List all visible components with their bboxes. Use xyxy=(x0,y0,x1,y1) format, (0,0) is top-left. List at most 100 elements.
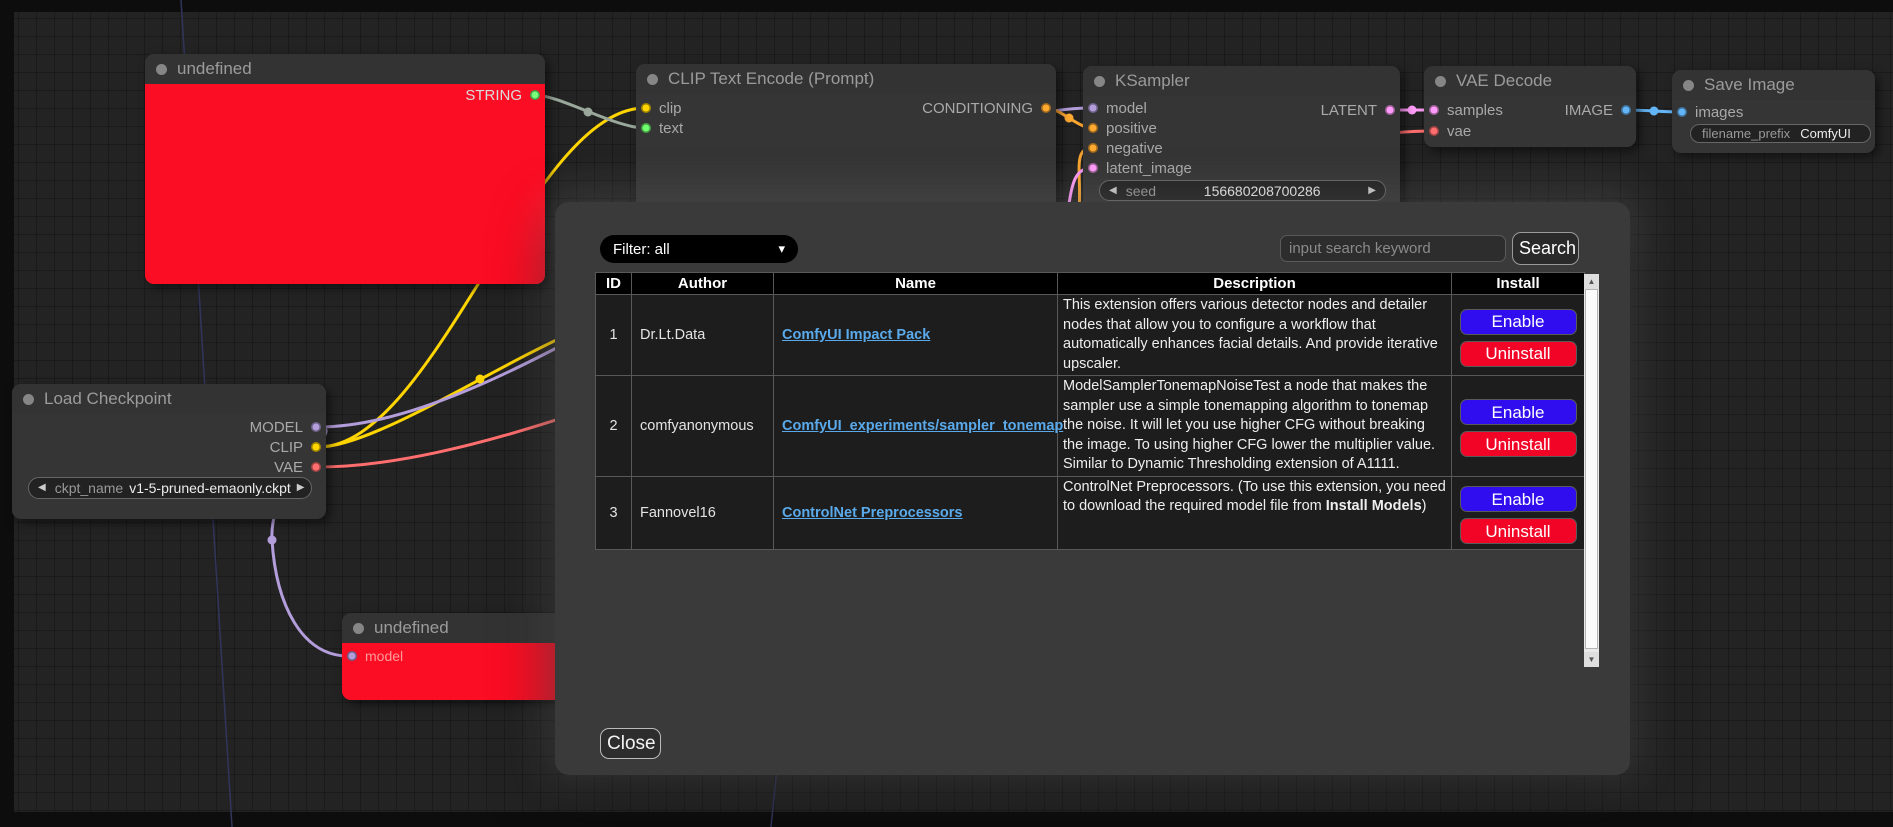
node-undefined-top[interactable]: undefined STRING xyxy=(145,54,545,284)
input-slot-negative[interactable]: negative xyxy=(1088,138,1163,158)
output-slot-conditioning[interactable]: CONDITIONING xyxy=(922,98,1051,118)
widget-decrement-arrow[interactable]: ◀ xyxy=(1109,186,1117,196)
comfyui-canvas[interactable]: undefined STRING CLIP Text Encode (Promp… xyxy=(0,0,1893,827)
ckpt-name-widget[interactable]: ◀ ckpt_name v1-5-pruned-emaonly.ckpt ▶ xyxy=(28,477,312,499)
enable-button[interactable]: Enable xyxy=(1460,309,1577,335)
search-input[interactable] xyxy=(1280,235,1506,262)
image-slot-dot[interactable] xyxy=(1677,107,1687,117)
extension-link[interactable]: ControlNet Preprocessors xyxy=(782,505,963,521)
input-slot-model[interactable]: model xyxy=(347,646,403,666)
search-button[interactable]: Search xyxy=(1512,232,1579,265)
node-header[interactable]: VAE Decode xyxy=(1424,66,1636,96)
clip-slot-dot[interactable] xyxy=(311,442,321,452)
col-header-description: Description xyxy=(1058,273,1452,295)
node-header[interactable]: undefined xyxy=(145,54,545,84)
extension-author: comfyanonymous xyxy=(632,376,774,477)
description-bold-text: Install Models xyxy=(1326,498,1422,514)
node-load-checkpoint[interactable]: Load Checkpoint MODEL CLIP VAE ◀ ckpt_na… xyxy=(12,384,326,519)
scrollbar-thumb[interactable] xyxy=(1585,289,1598,649)
model-slot-dot[interactable] xyxy=(347,651,357,661)
widget-decrement-arrow[interactable]: ◀ xyxy=(38,483,46,493)
conditioning-slot-dot[interactable] xyxy=(1041,103,1051,113)
seed-widget[interactable]: ◀ seed 156680208700286 ▶ xyxy=(1099,180,1386,201)
extension-author: Dr.Lt.Data xyxy=(632,295,774,376)
input-slot-positive[interactable]: positive xyxy=(1088,118,1157,138)
node-vae-decode[interactable]: VAE Decode samples vae IMAGE xyxy=(1424,66,1636,147)
filter-dropdown[interactable]: Filter: all ▾ xyxy=(600,235,798,263)
input-slot-clip[interactable]: clip xyxy=(641,98,682,118)
col-header-name: Name xyxy=(774,273,1058,295)
node-body-error xyxy=(145,84,545,284)
enable-button[interactable]: Enable xyxy=(1460,486,1577,512)
extension-link[interactable]: ComfyUI Impact Pack xyxy=(782,327,930,343)
node-title: undefined xyxy=(177,59,252,79)
extension-install-cell: Enable Uninstall xyxy=(1452,476,1585,549)
close-button[interactable]: Close xyxy=(600,728,661,759)
extension-author: Fannovel16 xyxy=(632,476,774,549)
node-undefined-bottom[interactable]: undefined model xyxy=(342,613,565,700)
chevron-down-icon: ▾ xyxy=(778,241,785,257)
extension-name-cell: ComfyUI_experiments/sampler_tonemap xyxy=(774,376,1058,477)
output-slot-vae[interactable]: VAE xyxy=(274,457,321,477)
node-title: undefined xyxy=(374,618,449,638)
uninstall-button[interactable]: Uninstall xyxy=(1460,341,1577,367)
latent-slot-dot[interactable] xyxy=(1385,105,1395,115)
model-slot-dot[interactable] xyxy=(311,422,321,432)
extensions-table: ID Author Name Description Install 1Dr.L… xyxy=(595,272,1585,550)
extension-id: 3 xyxy=(596,476,632,549)
uninstall-button[interactable]: Uninstall xyxy=(1460,431,1577,457)
collapse-dot-icon[interactable] xyxy=(23,394,34,405)
output-slot-clip[interactable]: CLIP xyxy=(270,437,321,457)
node-title: Save Image xyxy=(1704,75,1795,95)
manager-dialog: Filter: all ▾ Search ID Author Name Desc… xyxy=(555,202,1630,775)
text-slot-dot[interactable] xyxy=(641,123,651,133)
extension-install-cell: Enable Uninstall xyxy=(1452,376,1585,477)
node-header[interactable]: undefined xyxy=(342,613,565,643)
node-header[interactable]: CLIP Text Encode (Prompt) xyxy=(636,64,1056,94)
clip-slot-dot[interactable] xyxy=(641,103,651,113)
extension-link[interactable]: ComfyUI_experiments/sampler_tonemap xyxy=(782,418,1063,434)
input-slot-samples[interactable]: samples xyxy=(1429,100,1503,120)
scroll-up-icon[interactable]: ▲ xyxy=(1584,274,1599,289)
node-header[interactable]: Load Checkpoint xyxy=(12,384,326,414)
input-slot-text[interactable]: text xyxy=(641,118,683,138)
collapse-dot-icon[interactable] xyxy=(353,623,364,634)
collapse-dot-icon[interactable] xyxy=(1435,76,1446,87)
input-slot-images[interactable]: images xyxy=(1677,102,1743,122)
conditioning-slot-dot[interactable] xyxy=(1088,143,1098,153)
conditioning-slot-dot[interactable] xyxy=(1088,123,1098,133)
node-save-image[interactable]: Save Image images filename_prefix ComfyU… xyxy=(1672,70,1875,153)
widget-increment-arrow[interactable]: ▶ xyxy=(1368,186,1376,196)
output-slot-model[interactable]: MODEL xyxy=(250,417,321,437)
scrollbar[interactable]: ▲ ▼ xyxy=(1584,274,1599,667)
filename-prefix-widget[interactable]: filename_prefix ComfyUI xyxy=(1690,124,1871,143)
collapse-dot-icon[interactable] xyxy=(1683,80,1694,91)
image-slot-dot[interactable] xyxy=(1621,105,1631,115)
output-slot-string[interactable]: STRING xyxy=(465,85,540,105)
string-slot-dot[interactable] xyxy=(530,90,540,100)
widget-increment-arrow[interactable]: ▶ xyxy=(297,483,305,493)
col-header-id: ID xyxy=(596,273,632,295)
input-slot-model[interactable]: model xyxy=(1088,98,1147,118)
extension-id: 2 xyxy=(596,376,632,477)
model-slot-dot[interactable] xyxy=(1088,103,1098,113)
latent-slot-dot[interactable] xyxy=(1088,163,1098,173)
collapse-dot-icon[interactable] xyxy=(156,64,167,75)
node-title: CLIP Text Encode (Prompt) xyxy=(668,69,874,89)
vae-slot-dot[interactable] xyxy=(1429,126,1439,136)
node-header[interactable]: Save Image xyxy=(1672,70,1875,100)
node-header[interactable]: KSampler xyxy=(1083,66,1400,96)
output-slot-latent[interactable]: LATENT xyxy=(1321,100,1395,120)
input-slot-latent-image[interactable]: latent_image xyxy=(1088,158,1192,178)
collapse-dot-icon[interactable] xyxy=(1094,76,1105,87)
latent-slot-dot[interactable] xyxy=(1429,105,1439,115)
uninstall-button[interactable]: Uninstall xyxy=(1460,518,1577,544)
output-slot-image[interactable]: IMAGE xyxy=(1565,100,1631,120)
input-slot-vae[interactable]: vae xyxy=(1429,121,1471,141)
collapse-dot-icon[interactable] xyxy=(647,74,658,85)
extension-row: 1Dr.Lt.DataComfyUI Impact PackThis exten… xyxy=(596,295,1585,376)
vae-slot-dot[interactable] xyxy=(311,462,321,472)
extension-description: This extension offers various detector n… xyxy=(1058,295,1452,376)
scroll-down-icon[interactable]: ▼ xyxy=(1584,652,1599,667)
enable-button[interactable]: Enable xyxy=(1460,399,1577,425)
